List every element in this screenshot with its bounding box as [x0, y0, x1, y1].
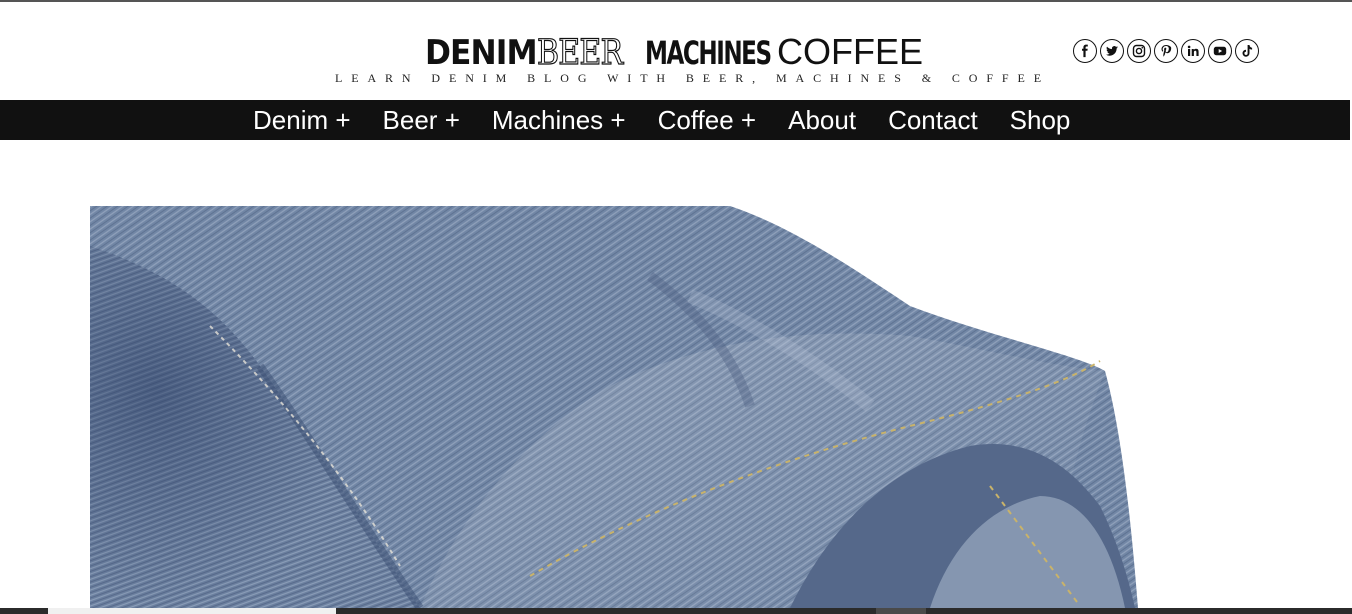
- featured-image[interactable]: [90, 206, 1140, 608]
- main-navigation: Denim + Beer + Machines + Coffee + About…: [0, 100, 1350, 140]
- bottom-scroll-strip: [0, 608, 1352, 614]
- nav-item-shop[interactable]: Shop: [1010, 100, 1071, 140]
- youtube-icon[interactable]: [1208, 39, 1232, 63]
- nav-item-beer[interactable]: Beer +: [383, 100, 460, 140]
- denim-jeans-photo: [90, 206, 1138, 608]
- facebook-icon[interactable]: [1073, 39, 1097, 63]
- logo-word-coffee: COFFEE: [777, 31, 924, 72]
- nav-item-about[interactable]: About: [788, 100, 856, 140]
- site-header: DENIM BEER MACHINES COFFEE LEARN DENIM B…: [0, 2, 1352, 100]
- site-logo[interactable]: DENIM BEER MACHINES COFFEE: [425, 31, 924, 74]
- nav-item-denim[interactable]: Denim +: [253, 100, 351, 140]
- linkedin-icon[interactable]: [1181, 39, 1205, 63]
- pinterest-icon[interactable]: [1154, 39, 1178, 63]
- logo-word-machines: MACHINES: [645, 34, 772, 72]
- logo-word-denim: DENIM: [425, 33, 538, 73]
- nav-item-contact[interactable]: Contact: [888, 100, 978, 140]
- nav-item-coffee[interactable]: Coffee +: [658, 100, 757, 140]
- twitter-icon[interactable]: [1100, 39, 1124, 63]
- instagram-icon[interactable]: [1127, 39, 1151, 63]
- logo-word-beer: BEER: [536, 32, 623, 73]
- site-tagline: LEARN DENIM BLOG WITH BEER, MACHINES & C…: [335, 71, 1050, 85]
- nav-item-machines[interactable]: Machines +: [492, 100, 626, 140]
- tiktok-icon[interactable]: [1235, 39, 1259, 63]
- social-links: [1073, 39, 1259, 63]
